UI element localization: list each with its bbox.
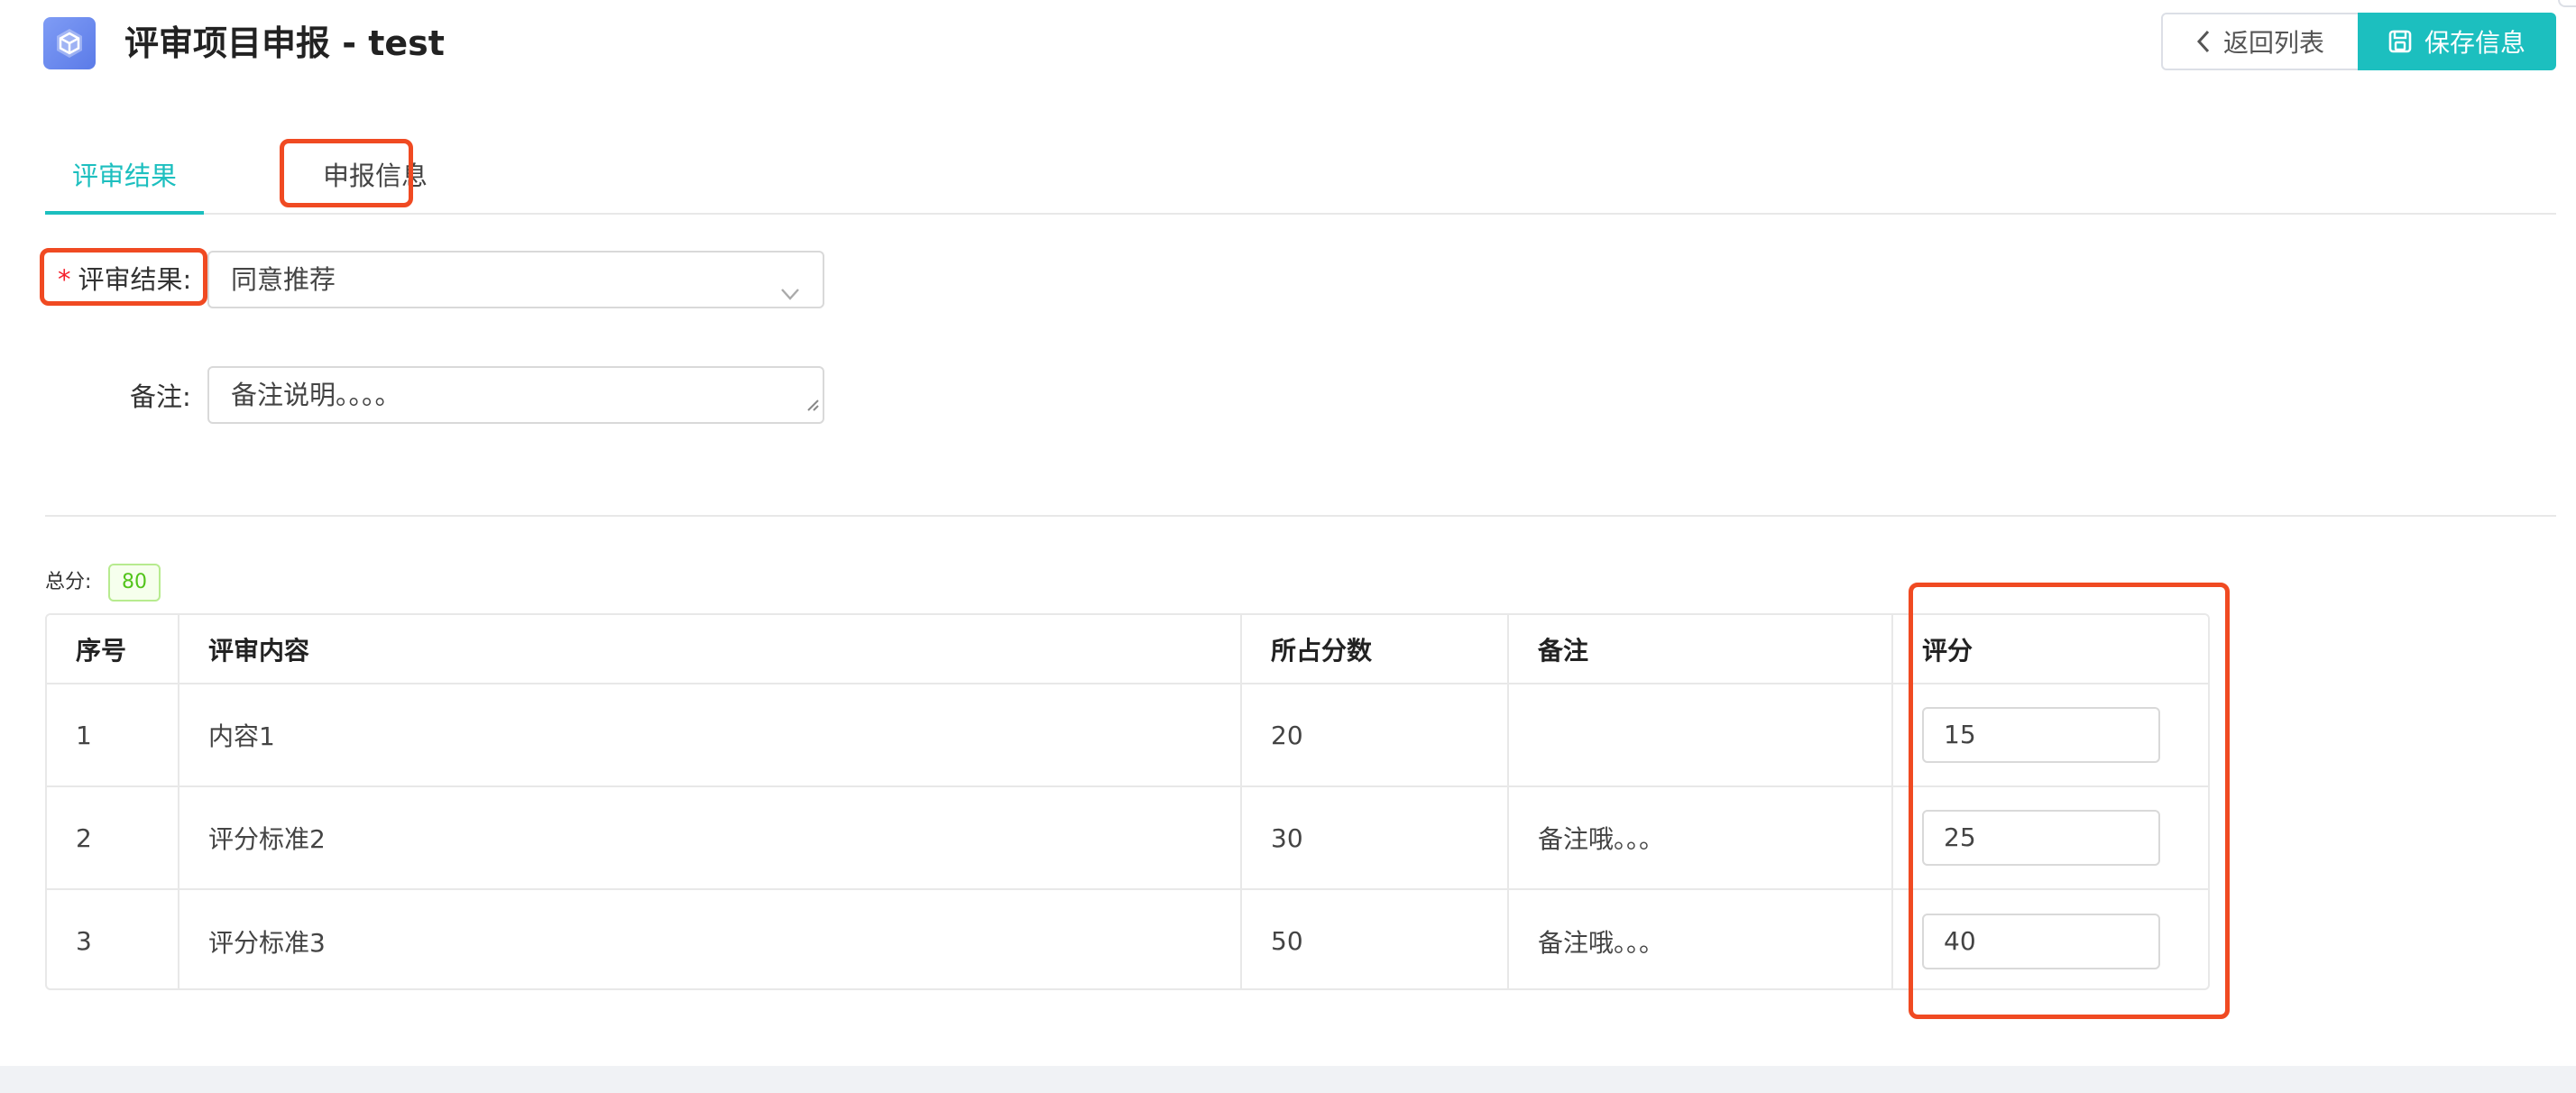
cell-index: 1 (47, 684, 179, 787)
save-icon (2388, 30, 2412, 53)
cell-index: 2 (47, 786, 179, 890)
scoring-table: 序号 评审内容 所占分数 备注 评分 1 内容1 20 15 2 评分标准2 3… (45, 613, 2210, 990)
save-info-button[interactable]: 保存信息 (2358, 13, 2556, 70)
cell-index: 3 (47, 889, 179, 988)
table-row: 1 内容1 20 15 (47, 684, 2208, 787)
label-colon: : (182, 381, 191, 412)
resize-grip-icon[interactable] (805, 386, 819, 418)
col-header-index: 序号 (47, 615, 179, 684)
remark-textarea[interactable]: 备注说明。。。。 (207, 366, 824, 424)
tab-bar: 评审结果 申报信息 (45, 135, 2556, 215)
footer-bar (0, 1066, 2576, 1093)
cell-content: 评分标准2 (179, 786, 1242, 890)
tab-review-result[interactable]: 评审结果 (45, 135, 204, 215)
cell-weight: 20 (1241, 684, 1509, 787)
back-to-list-button[interactable]: 返回列表 (2161, 13, 2360, 70)
total-score-label: 总分: (45, 571, 92, 593)
table-row: 3 评分标准3 50 备注哦。。。 40 (47, 889, 2208, 988)
page-title: 评审项目申报 - test (124, 23, 445, 63)
annotation-highlight-label (40, 248, 207, 306)
cell-remark (1508, 684, 1893, 787)
chevron-down-icon (779, 269, 801, 323)
cell-remark: 备注哦。。。 (1508, 889, 1893, 988)
section-divider (45, 515, 2556, 517)
remark-textarea-value: 备注说明。。。。 (231, 380, 401, 410)
review-result-select[interactable]: 同意推荐 (207, 251, 824, 308)
cell-remark: 备注哦。。。 (1508, 786, 1893, 890)
table-header-row: 序号 评审内容 所占分数 备注 评分 (47, 615, 2208, 684)
remark-label: 备注: (130, 379, 191, 415)
col-header-remark: 备注 (1508, 615, 1893, 684)
page-header: 评审项目申报 - test 返回列表 保存信息 (0, 0, 2576, 87)
total-score-badge: 80 (108, 564, 161, 602)
save-button-label: 保存信息 (2424, 28, 2525, 58)
app-logo-cube-icon (43, 17, 96, 69)
window-corner (2558, 0, 2576, 7)
table-row: 2 评分标准2 30 备注哦。。。 25 (47, 786, 2208, 890)
cell-content: 内容1 (179, 684, 1242, 787)
review-result-selected-value: 同意推荐 (231, 264, 336, 295)
annotation-highlight-tab (280, 139, 413, 207)
cell-weight: 50 (1241, 889, 1509, 988)
cell-content: 评分标准3 (179, 889, 1242, 988)
col-header-content: 评审内容 (179, 615, 1242, 684)
chevron-left-icon (2196, 30, 2211, 53)
cell-weight: 30 (1241, 786, 1509, 890)
annotation-highlight-score-column (1909, 583, 2230, 1019)
remark-label-text: 备注 (130, 381, 183, 412)
col-header-weight: 所占分数 (1241, 615, 1509, 684)
back-button-label: 返回列表 (2222, 28, 2324, 58)
